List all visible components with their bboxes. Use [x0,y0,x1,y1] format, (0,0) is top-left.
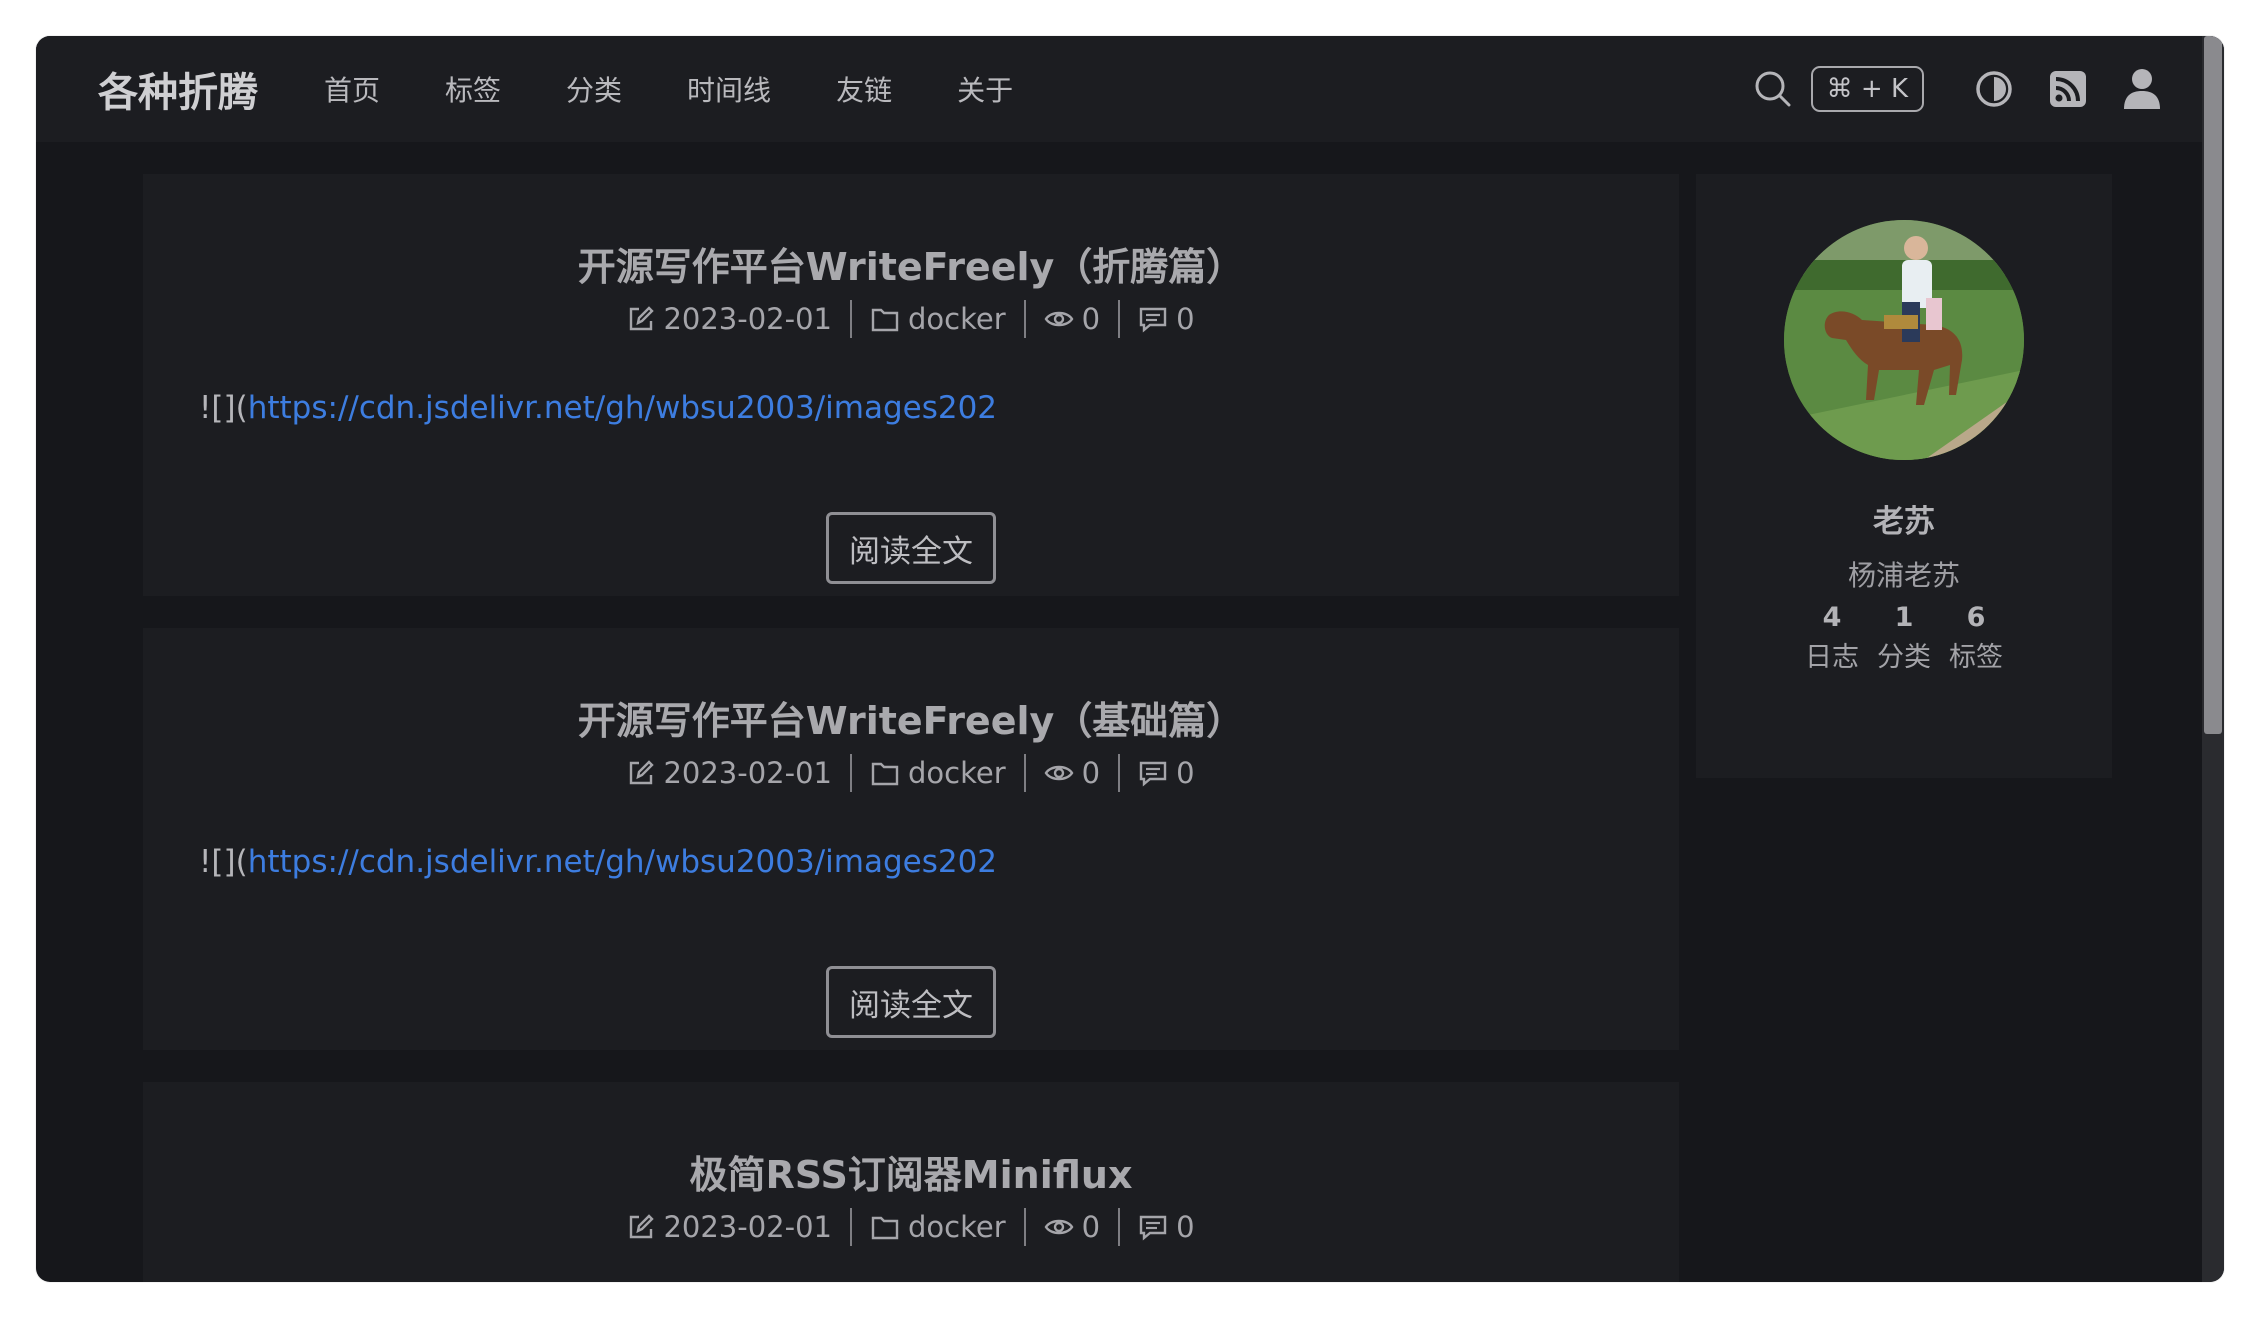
post-date: 2023-02-01 [627,302,832,336]
post-views-text: 0 [1081,302,1101,336]
profile-card: 老苏 杨浦老苏 4 日志 1 分类 6 标签 [1696,174,2112,778]
post-card: 开源写作平台WriteFreely（基础篇） 2023-02-01 docker… [143,628,1679,1050]
profile-subtitle: 杨浦老苏 [1847,559,1960,592]
edit-icon [630,1214,655,1239]
post-views-text: 0 [1081,756,1101,790]
user-icon[interactable] [2122,68,2162,110]
post-category-text[interactable]: docker [908,756,1006,790]
post-comments: 0 [1138,756,1195,790]
post-title[interactable]: 开源写作平台WriteFreely（折腾篇） [143,236,1679,291]
profile-name: 老苏 [1873,504,1935,540]
eye-icon [1044,765,1074,781]
post-views: 0 [1044,1210,1100,1244]
excerpt-link[interactable]: https://cdn.jsdelivr.net/gh/wbsu2003/ima… [248,390,997,426]
nav-tags[interactable]: 标签 [445,69,501,109]
stat-tags-label: 标签 [1949,642,2003,673]
eye-icon [1044,311,1074,327]
eye-icon [1044,1219,1074,1235]
nav-categories[interactable]: 分类 [566,69,622,109]
stat-categories-count: 1 [1894,602,1914,633]
profile-stats: 4 日志 1 分类 6 标签 [1696,598,2112,678]
post-category[interactable]: docker [870,756,1006,790]
search-shortcut[interactable]: ⌘ + K [1810,66,1924,112]
post-comments-text: 0 [1176,756,1195,790]
site-brand[interactable]: 各种折腾 [98,36,258,142]
search-icon[interactable] [1753,69,1793,109]
post-title[interactable]: 极简RSS订阅器Miniflux [143,1144,1679,1199]
post-views-text: 0 [1081,1210,1101,1244]
nav-friends[interactable]: 友链 [836,69,892,109]
post-category-text[interactable]: docker [908,1210,1006,1244]
post-date: 2023-02-01 [627,756,832,790]
contrast-icon[interactable] [1974,69,2014,109]
post-category[interactable]: docker [870,1210,1006,1244]
post-views: 0 [1044,756,1100,790]
post-comments-text: 0 [1176,1210,1195,1244]
post-meta: 2023-02-01 docker 0 0 [143,754,1679,792]
stat-posts-label: 日志 [1805,642,1859,673]
comment-icon [1139,761,1167,787]
stat-tags-count: 6 [1966,602,1986,633]
comment-icon [1139,1215,1167,1241]
post-category[interactable]: docker [870,302,1006,336]
excerpt-prefix: ![]( [199,390,248,426]
post-excerpt: ![](https://cdn.jsdelivr.net/gh/wbsu2003… [199,390,997,426]
header-tools: ⌘ + K [1753,36,2162,142]
folder-icon [871,762,899,786]
stat-tags[interactable]: 6 标签 [1940,598,2012,678]
main-nav: 首页 标签 分类 时间线 友链 关于 [324,36,1078,142]
read-more-button[interactable]: 阅读全文 [826,966,996,1038]
nav-timeline[interactable]: 时间线 [687,69,771,109]
folder-icon [871,308,899,332]
post-excerpt: ![](https://cdn.jsdelivr.net/gh/wbsu2003… [199,844,997,880]
post-views: 0 [1044,302,1100,336]
post-comments: 0 [1138,302,1195,336]
post-card: 极简RSS订阅器Miniflux 2023-02-01 docker 0 0 [143,1082,1679,1282]
stat-posts-count: 4 [1822,602,1842,633]
browser-window: 各种折腾 首页 标签 分类 时间线 友链 关于 ⌘ + K 开源写作平台Writ… [36,36,2224,1282]
post-category-text[interactable]: docker [908,302,1006,336]
post-date-text: 2023-02-01 [663,1210,832,1244]
avatar[interactable] [1784,220,2024,460]
site-header: 各种折腾 首页 标签 分类 时间线 友链 关于 ⌘ + K [36,36,2202,142]
post-date: 2023-02-01 [627,1210,832,1244]
post-card: 开源写作平台WriteFreely（折腾篇） 2023-02-01 docker… [143,174,1679,596]
nav-about[interactable]: 关于 [957,69,1013,109]
edit-icon [630,306,655,331]
post-date-text: 2023-02-01 [663,302,832,336]
comment-icon [1139,307,1167,333]
post-date-text: 2023-02-01 [663,756,832,790]
post-meta: 2023-02-01 docker 0 0 [143,1208,1679,1246]
post-meta: 2023-02-01 docker 0 0 [143,300,1679,338]
post-comments: 0 [1138,1210,1195,1244]
stat-categories[interactable]: 1 分类 [1868,598,1940,678]
excerpt-link[interactable]: https://cdn.jsdelivr.net/gh/wbsu2003/ima… [248,844,997,880]
post-title[interactable]: 开源写作平台WriteFreely（基础篇） [143,690,1679,745]
scrollbar-thumb[interactable] [2204,36,2222,734]
rss-icon[interactable] [2048,69,2088,109]
edit-icon [630,760,655,785]
post-comments-text: 0 [1176,302,1195,336]
folder-icon [871,1216,899,1240]
read-more-button[interactable]: 阅读全文 [826,512,996,584]
stat-categories-label: 分类 [1877,642,1931,673]
stat-posts[interactable]: 4 日志 [1796,598,1868,678]
nav-home[interactable]: 首页 [324,69,380,109]
excerpt-prefix: ![]( [199,844,248,880]
